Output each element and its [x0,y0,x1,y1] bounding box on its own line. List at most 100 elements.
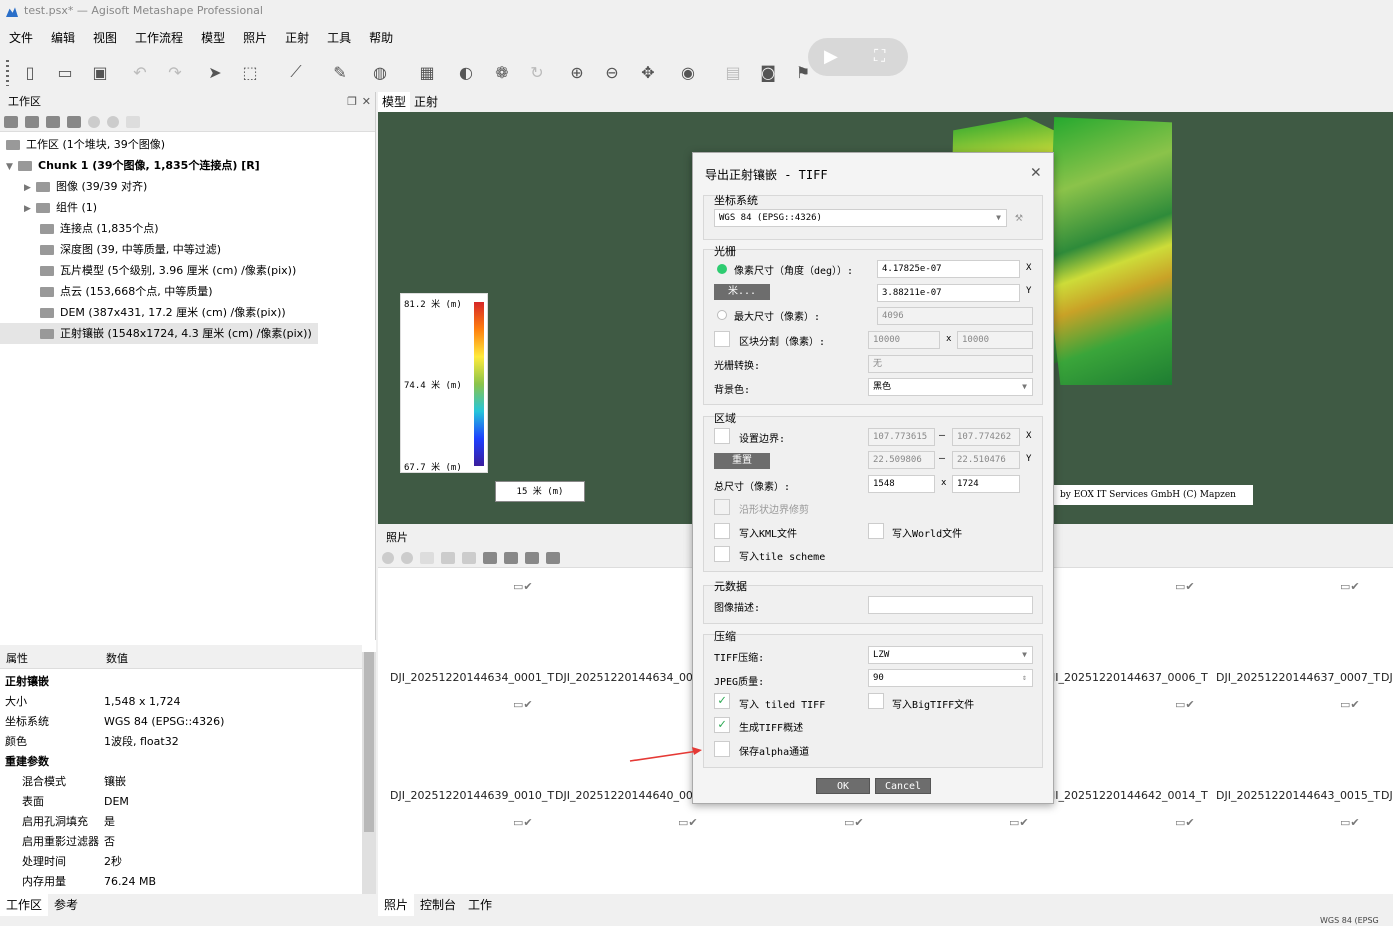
tree-item-components[interactable]: ▶ 组件 (1) [0,197,97,218]
total-width-input[interactable]: 1548 [868,475,935,493]
bound-x-max[interactable]: 107.774262 [952,428,1020,446]
add-photos-icon[interactable] [25,116,39,128]
jpeg-quality-spinbox[interactable]: 90 ⇕ [868,669,1033,687]
tiff-overview-checkbox[interactable]: ✓ [714,717,730,733]
photo-caption[interactable]: DJI_20251220144639_0010_T [390,789,554,802]
menu-ortho[interactable]: 正射 [276,28,318,48]
open-folder-icon[interactable]: ▭ [55,62,75,82]
background-select[interactable]: 黑色 ▼ [868,378,1033,396]
column-value[interactable]: 数值 [106,650,128,666]
menu-view[interactable]: 视图 [84,28,126,48]
remove-icon[interactable] [126,116,140,128]
enable-icon[interactable] [88,116,100,128]
write-kml-checkbox[interactable] [714,523,730,539]
split-x-input[interactable]: 10000 [868,331,940,349]
reset-button[interactable]: 重置 [714,453,770,469]
tree-item-point-cloud[interactable]: 点云 (153,668个点, 中等质量) [0,281,213,302]
close-icon[interactable]: ✕ [1031,162,1041,182]
zoom-in-icon[interactable]: ⊕ [567,62,587,82]
ok-button[interactable]: OK [816,778,870,794]
filter-icon[interactable] [483,552,497,564]
add-chunk-icon[interactable] [4,116,18,128]
menu-workflow[interactable]: 工作流程 [126,28,192,48]
rotate-icon[interactable]: ↻ [527,62,547,82]
camera-icon[interactable]: ◙ [758,62,778,82]
menu-help[interactable]: 帮助 [360,28,402,48]
mask-icon[interactable] [525,552,539,564]
set-bounds-checkbox[interactable] [714,428,730,444]
menu-edit[interactable]: 编辑 [42,28,84,48]
palette-icon[interactable]: ❁ [492,62,512,82]
image-icon[interactable] [504,552,518,564]
scroll-thumb[interactable] [364,652,374,832]
meters-button[interactable]: 米... [714,284,770,300]
rotate-right-icon[interactable] [462,552,476,564]
tab-model[interactable]: 模型 [378,92,411,112]
rotate-left-icon[interactable] [441,552,455,564]
rectangle-select-icon[interactable]: ⬚ [240,62,260,82]
tree-item-dem[interactable]: DEM (387x431, 17.2 厘米 (cm) /像素(pix)) [0,302,286,323]
pixel-x-input[interactable]: 4.17825e-07 [877,260,1020,278]
photo-caption[interactable]: DJ [1381,671,1393,684]
grid-view-icon[interactable] [546,552,560,564]
remove-icon[interactable] [420,552,434,564]
photo-caption[interactable]: DJI_20251220144640_0011 [555,789,692,802]
total-height-input[interactable]: 1724 [952,475,1020,493]
draw-polyline-icon[interactable]: ✎ [330,62,350,82]
tab-workspace[interactable]: 工作区 [0,894,49,916]
tree-item-depth-maps[interactable]: 深度图 (39, 中等质量, 中等过滤) [0,239,221,260]
close-panel-icon[interactable]: ✕ [362,92,371,112]
tree-item-images[interactable]: ▶ 图像 (39/39 对齐) [0,176,147,197]
tree-item-tie-points[interactable]: 连接点 (1,835个点) [0,218,159,239]
split-tiles-checkbox[interactable] [714,331,730,347]
disable-icon[interactable] [107,116,119,128]
new-file-icon[interactable]: ▯ [20,62,40,82]
tree-item-tiled-model[interactable]: 瓦片模型 (5个级别, 3.96 厘米 (cm) /像素(pix)) [0,260,296,281]
tab-jobs[interactable]: 工作 [462,894,498,916]
pixel-y-input[interactable]: 3.88211e-07 [877,284,1020,302]
float-panel-icon[interactable]: ❐ [347,92,357,112]
menu-file[interactable]: 文件 [0,28,42,48]
menu-tools[interactable]: 工具 [318,28,360,48]
cancel-button[interactable]: Cancel [875,778,931,794]
move-icon[interactable]: ✥ [638,62,658,82]
pixel-size-radio[interactable] [717,264,727,274]
photo-caption[interactable]: DJI_20251220144637_0007_T [1216,671,1380,684]
crs-select[interactable]: WGS 84 (EPSG::4326) ▼ [714,209,1007,227]
clip-shape-checkbox[interactable] [714,499,730,515]
bigtiff-checkbox[interactable] [868,693,884,709]
globe-icon[interactable]: ◉ [678,62,698,82]
tree-item-chunk[interactable]: ▼ Chunk 1 (39个图像, 1,835个连接点) [R] [0,155,260,176]
undo-icon[interactable]: ↶ [130,62,150,82]
save-icon[interactable]: ▣ [90,62,110,82]
tab-photos[interactable]: 照片 [378,894,415,916]
properties-scrollbar[interactable] [362,652,376,894]
menu-photo[interactable]: 照片 [234,28,276,48]
photo-caption[interactable]: DJI_20251220144634_0001_T [390,671,554,684]
navigation-cursor-icon[interactable]: ➤ [205,62,225,82]
chevron-right-icon[interactable]: ▶ [24,199,36,220]
disable-icon[interactable] [401,552,413,564]
enable-icon[interactable] [382,552,394,564]
zoom-out-icon[interactable]: ⊖ [602,62,622,82]
chevron-right-icon[interactable]: ▶ [24,178,36,199]
max-size-input[interactable]: 4096 [877,307,1033,325]
image-description-input[interactable] [868,596,1033,614]
crs-settings-icon[interactable]: ⚒ [1015,210,1023,225]
bound-y-max[interactable]: 22.510476 [952,451,1020,469]
shading-icon[interactable]: ◐ [456,62,476,82]
photo-caption[interactable]: JI_20251220144637_0006_T [1052,671,1208,684]
filter-icon[interactable] [67,116,81,128]
photo-caption[interactable]: DJI_20251220144643_0015_T [1216,789,1380,802]
layers-icon[interactable]: ▤ [723,62,743,82]
raster-transform-select[interactable]: 无 [868,355,1033,373]
play-icon[interactable]: ▶ [824,46,838,67]
tiled-tiff-checkbox[interactable]: ✓ [714,693,730,709]
split-y-input[interactable]: 10000 [957,331,1033,349]
photo-caption[interactable]: DJI_20251220144634_0003 [555,671,692,684]
bound-x-min[interactable]: 107.773615 [868,428,935,446]
write-world-checkbox[interactable] [868,523,884,539]
tab-console[interactable]: 控制台 [414,894,462,916]
save-alpha-checkbox[interactable] [714,741,730,757]
spin-arrows-icon[interactable]: ⇕ [1022,670,1027,686]
